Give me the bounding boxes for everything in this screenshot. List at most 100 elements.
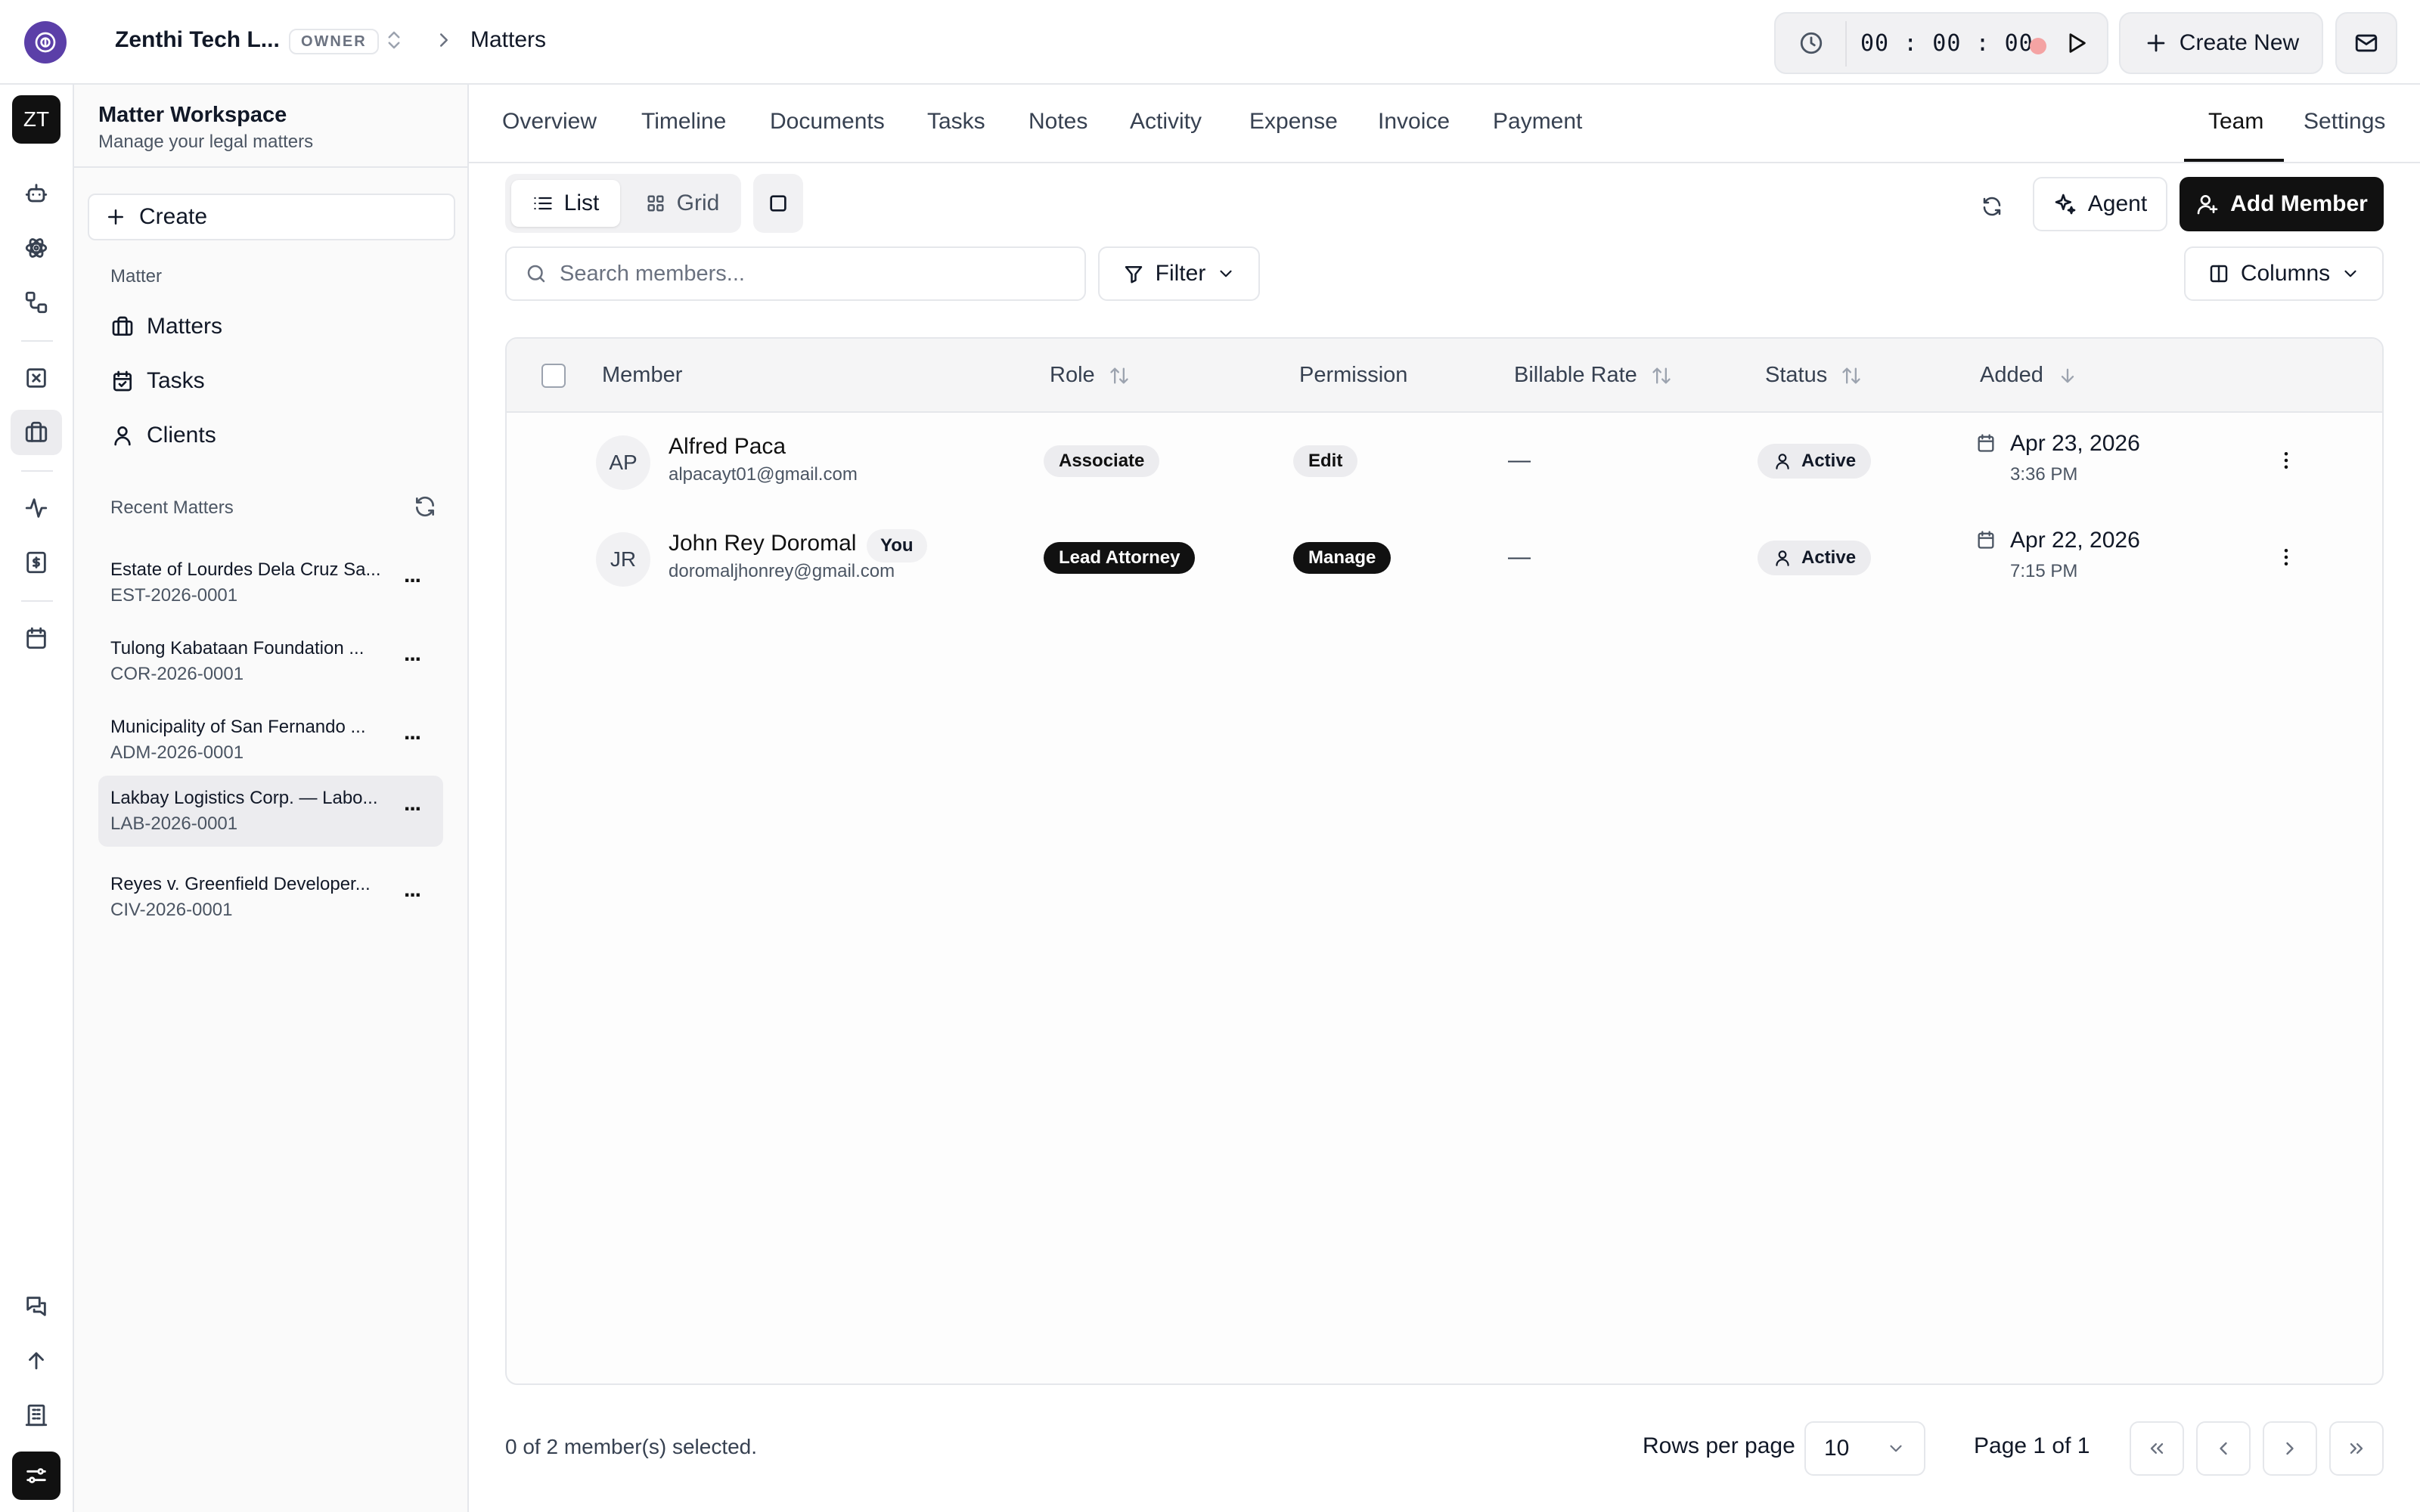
recent-matter-item-active[interactable]: Lakbay Logistics Corp. — Labo... LAB-202…	[98, 776, 443, 847]
tab-team[interactable]: Team	[2208, 109, 2263, 135]
columns-button[interactable]: Columns	[2184, 246, 2384, 301]
recent-matter-item[interactable]: Estate of Lourdes Dela Cruz Sa... EST-20…	[98, 547, 443, 618]
briefcase-icon[interactable]	[11, 410, 62, 455]
sort-descending-icon[interactable]	[2057, 365, 2078, 386]
sort-icon[interactable]	[1841, 365, 1862, 386]
first-page-button[interactable]	[2130, 1421, 2184, 1476]
chevrons-up-down-icon[interactable]	[383, 29, 405, 51]
column-header-label: Billable Rate	[1514, 363, 1637, 387]
sidebar-create-label: Create	[139, 204, 208, 229]
recent-matters-heading: Recent Matters	[110, 497, 234, 518]
status-label: Active	[1801, 451, 1857, 471]
user-icon	[1776, 454, 1789, 469]
recent-matter-title: Estate of Lourdes Dela Cruz Sa...	[110, 559, 381, 580]
column-header-role[interactable]: Role	[1050, 363, 1130, 388]
sidebar-create-button[interactable]: Create	[88, 194, 455, 240]
sidebar-item-matters[interactable]: Matters	[110, 305, 222, 348]
sidebar-item-clients[interactable]: Clients	[110, 414, 216, 457]
rows-per-page-select[interactable]: 10	[1804, 1421, 1925, 1476]
search-input[interactable]	[560, 261, 1059, 287]
workspace-name[interactable]: Zenthi Tech L...	[115, 27, 280, 53]
members-table: Member Role Permission Billable Rate Sta…	[505, 337, 2384, 1385]
select-all-checkbox[interactable]	[541, 364, 566, 388]
messages-icon[interactable]	[11, 1284, 62, 1329]
grid-view-button[interactable]: Grid	[629, 180, 735, 227]
sort-icon[interactable]	[1651, 365, 1672, 386]
sidebar-item-tasks[interactable]: Tasks	[110, 360, 205, 402]
activity-icon[interactable]	[11, 485, 62, 531]
recent-matter-title: Tulong Kabataan Foundation ...	[110, 638, 365, 658]
tab-overview[interactable]: Overview	[502, 109, 597, 135]
bot-icon[interactable]	[11, 171, 62, 216]
more-icon[interactable]: ...	[404, 791, 421, 816]
sliders-icon[interactable]	[12, 1452, 60, 1500]
more-icon[interactable]: ...	[404, 562, 421, 588]
panel-toggle-button[interactable]	[753, 174, 803, 233]
chevron-left-icon	[2220, 1442, 2227, 1455]
tab-invoice[interactable]: Invoice	[1378, 109, 1450, 135]
more-icon[interactable]: ...	[404, 877, 421, 903]
play-icon[interactable]	[2063, 30, 2089, 56]
filter-button[interactable]: Filter	[1098, 246, 1260, 301]
role-badge: Lead Attorney	[1044, 542, 1196, 574]
x-square-icon[interactable]	[11, 355, 62, 401]
row-actions-icon[interactable]	[2275, 546, 2297, 569]
tab-expense[interactable]: Expense	[1249, 109, 1338, 135]
columns-label: Columns	[2240, 261, 2331, 286]
refresh-button[interactable]	[1963, 181, 2021, 231]
agent-button[interactable]: Agent	[2033, 177, 2167, 231]
chevron-down-icon	[1220, 270, 1232, 277]
dollar-receipt-icon[interactable]	[11, 540, 62, 585]
column-header-member[interactable]: Member	[602, 363, 682, 388]
building-icon[interactable]	[11, 1393, 62, 1438]
app-logo[interactable]	[24, 21, 67, 64]
create-new-button[interactable]: Create New	[2119, 12, 2323, 74]
column-header-permission[interactable]: Permission	[1299, 363, 1407, 388]
recent-matter-code: COR-2026-0001	[110, 664, 244, 684]
column-header-status[interactable]: Status	[1765, 363, 1862, 388]
create-new-label: Create New	[2179, 30, 2300, 55]
more-icon[interactable]: ...	[404, 641, 421, 667]
refresh-icon[interactable]	[413, 494, 437, 519]
tab-payment[interactable]: Payment	[1493, 109, 1582, 135]
sort-icon[interactable]	[1109, 365, 1130, 386]
last-page-button[interactable]	[2329, 1421, 2384, 1476]
sidebar: Matter Workspace Manage your legal matte…	[74, 85, 469, 1512]
tab-documents[interactable]: Documents	[770, 109, 885, 135]
previous-page-button[interactable]	[2196, 1421, 2251, 1476]
briefcase-icon	[112, 316, 133, 336]
row-actions-icon[interactable]	[2275, 449, 2297, 472]
tab-timeline[interactable]: Timeline	[641, 109, 726, 135]
column-header-billable-rate[interactable]: Billable Rate	[1514, 363, 1672, 388]
user-icon	[114, 426, 131, 446]
tab-settings[interactable]: Settings	[2304, 109, 2385, 135]
time-tracker: 00 : 00 : 00	[1774, 12, 2108, 74]
breadcrumb[interactable]: Matters	[470, 27, 546, 53]
tab-tasks[interactable]: Tasks	[927, 109, 985, 135]
matter-tabs: Overview Timeline Documents Tasks Notes …	[469, 85, 2420, 163]
calendar-icon[interactable]	[11, 615, 62, 661]
next-page-button[interactable]	[2263, 1421, 2317, 1476]
atom-icon[interactable]	[11, 225, 62, 271]
list-view-button[interactable]: List	[511, 180, 620, 227]
workspace-avatar[interactable]: ZT	[12, 95, 60, 144]
mail-button[interactable]	[2335, 12, 2397, 74]
table-row[interactable]: AP Alfred Paca alpacayt01@gmail.com Asso…	[507, 414, 2382, 511]
recent-matter-item[interactable]: Reyes v. Greenfield Developer... CIV-202…	[98, 862, 443, 933]
arrow-up-icon[interactable]	[11, 1338, 62, 1383]
plus-icon	[108, 209, 123, 225]
tab-activity[interactable]: Activity	[1130, 109, 1202, 135]
workflow-icon[interactable]	[11, 280, 62, 325]
mail-icon	[2355, 34, 2378, 52]
add-member-button[interactable]: Add Member	[2180, 177, 2384, 231]
more-icon[interactable]: ...	[404, 720, 421, 745]
recent-matter-item[interactable]: Tulong Kabataan Foundation ... COR-2026-…	[98, 626, 443, 697]
grid-icon	[647, 195, 664, 212]
recent-matter-code: LAB-2026-0001	[110, 813, 238, 834]
search-field[interactable]	[505, 246, 1086, 301]
column-header-added[interactable]: Added	[1980, 363, 2078, 388]
tab-notes[interactable]: Notes	[1028, 109, 1087, 135]
avatar: AP	[596, 435, 650, 490]
table-row[interactable]: JR John Rey Doromal You doromaljhonrey@g…	[507, 511, 2382, 608]
recent-matter-item[interactable]: Municipality of San Fernando ... ADM-202…	[98, 705, 443, 776]
